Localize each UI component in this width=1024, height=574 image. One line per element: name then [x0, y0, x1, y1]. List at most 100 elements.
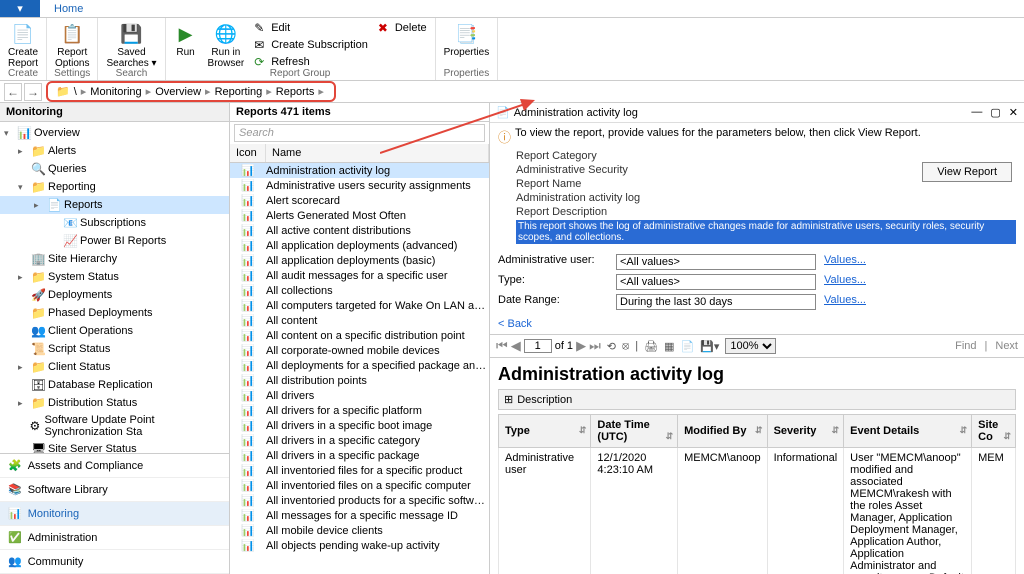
- sort-icon[interactable]: ⇵: [666, 431, 674, 442]
- tree-item-client-status[interactable]: ▸📁Client Status: [0, 358, 229, 376]
- list-item[interactable]: 📊All objects pending wake-up activity: [230, 538, 489, 553]
- sort-icon[interactable]: ⇵: [960, 425, 968, 436]
- tree-item-script-status[interactable]: 📜Script Status: [0, 340, 229, 358]
- breadcrumb-reports[interactable]: Reports: [276, 86, 315, 98]
- param-date-values-link[interactable]: Values...: [824, 294, 894, 310]
- edit-button[interactable]: ✎Edit: [252, 20, 370, 36]
- tree-item-subscriptions[interactable]: 📧Subscriptions: [0, 214, 229, 232]
- layout-icon[interactable]: ▦: [664, 340, 674, 353]
- page-setup-icon[interactable]: 📄: [681, 340, 695, 353]
- tree-item-site-hierarchy[interactable]: 🏢Site Hierarchy: [0, 250, 229, 268]
- expander-icon[interactable]: ▾: [4, 128, 14, 139]
- list-item[interactable]: 📊All content on a specific distribution …: [230, 328, 489, 343]
- wunderbar-assets-and-compliance[interactable]: 🧩Assets and Compliance: [0, 454, 229, 478]
- first-page-button[interactable]: ⏮: [496, 338, 508, 354]
- minimize-button[interactable]: —: [971, 106, 982, 119]
- tree-item-overview[interactable]: ▾📊Overview: [0, 124, 229, 142]
- expander-icon[interactable]: ▸: [18, 272, 28, 283]
- col-name[interactable]: Name: [266, 144, 489, 162]
- table-row[interactable]: Administrative user12/1/2020 4:23:10 AMM…: [499, 448, 1016, 574]
- list-item[interactable]: 📊All computers targeted for Wake On LAN …: [230, 298, 489, 313]
- param-type-input[interactable]: [616, 274, 816, 290]
- back-link[interactable]: < Back: [498, 318, 532, 330]
- param-date-input[interactable]: [616, 294, 816, 310]
- param-type-values-link[interactable]: Values...: [824, 274, 894, 290]
- page-input[interactable]: [524, 339, 552, 353]
- properties-button[interactable]: 📑 Properties: [442, 20, 492, 60]
- app-menu-dropdown[interactable]: ▾: [0, 0, 40, 17]
- col-modified-by[interactable]: Modified By⇵: [678, 415, 767, 448]
- col-icon[interactable]: Icon: [230, 144, 266, 162]
- tree-item-client-operations[interactable]: 👥Client Operations: [0, 322, 229, 340]
- tree-item-power-bi-reports[interactable]: 📈Power BI Reports: [0, 232, 229, 250]
- sort-icon[interactable]: ⇵: [1003, 431, 1011, 442]
- expander-icon[interactable]: ▾: [18, 182, 28, 193]
- tree-item-queries[interactable]: 🔍Queries: [0, 160, 229, 178]
- export-icon[interactable]: 💾▾: [700, 340, 719, 353]
- tree-item-distribution-status[interactable]: ▸📁Distribution Status: [0, 394, 229, 412]
- list-item[interactable]: 📊All application deployments (advanced): [230, 238, 489, 253]
- tree-item-database-replication[interactable]: 🗄Database Replication: [0, 376, 229, 394]
- expander-icon[interactable]: ▸: [18, 146, 28, 157]
- list-item[interactable]: 📊All inventoried files on a specific com…: [230, 478, 489, 493]
- col-type[interactable]: Type⇵: [499, 415, 591, 448]
- wunderbar-community[interactable]: 👥Community: [0, 550, 229, 574]
- list-item[interactable]: 📊All inventoried products for a specific…: [230, 493, 489, 508]
- create-report-button[interactable]: 📄 CreateReport: [6, 20, 40, 71]
- param-admin-user-input[interactable]: [616, 254, 816, 270]
- close-button[interactable]: ✕: [1009, 106, 1018, 119]
- search-input[interactable]: Search: [234, 124, 485, 142]
- breadcrumb-root[interactable]: \: [74, 86, 77, 98]
- view-report-button[interactable]: View Report: [922, 162, 1012, 182]
- list-item[interactable]: 📊All collections: [230, 283, 489, 298]
- next-page-button[interactable]: ▶: [576, 338, 586, 354]
- tree-item-site-server-status[interactable]: 🖥Site Server Status: [0, 440, 229, 453]
- parent-report-icon[interactable]: ⟲: [607, 340, 616, 353]
- expander-icon[interactable]: ▸: [34, 200, 44, 211]
- wunderbar-monitoring[interactable]: 📊Monitoring: [0, 502, 229, 526]
- nav-back-button[interactable]: ←: [4, 83, 22, 101]
- param-admin-user-values-link[interactable]: Values...: [824, 254, 894, 270]
- list-item[interactable]: 📊All messages for a specific message ID: [230, 508, 489, 523]
- col-date-time-utc-[interactable]: Date Time (UTC)⇵: [591, 415, 678, 448]
- saved-searches-button[interactable]: 💾 SavedSearches ▾: [104, 20, 158, 71]
- last-page-button[interactable]: ⏭: [589, 338, 601, 354]
- col-severity[interactable]: Severity⇵: [767, 415, 844, 448]
- list-item[interactable]: 📊All distribution points: [230, 373, 489, 388]
- list-item[interactable]: 📊All drivers in a specific package: [230, 448, 489, 463]
- tree-item-system-status[interactable]: ▸📁System Status: [0, 268, 229, 286]
- list-item[interactable]: 📊All content: [230, 313, 489, 328]
- tree-item-software-update-point-synchronization-sta[interactable]: ⚙Software Update Point Synchronization S…: [0, 412, 229, 440]
- breadcrumb-reporting[interactable]: Reporting: [215, 86, 263, 98]
- tree-item-reporting[interactable]: ▾📁Reporting: [0, 178, 229, 196]
- list-item[interactable]: 📊All active content distributions: [230, 223, 489, 238]
- list-item[interactable]: 📊Administrative users security assignmen…: [230, 178, 489, 193]
- list-item[interactable]: 📊All deployments for a specified package…: [230, 358, 489, 373]
- create-subscription-button[interactable]: ✉Create Subscription: [252, 37, 370, 53]
- tree-item-deployments[interactable]: 🚀Deployments: [0, 286, 229, 304]
- tab-home[interactable]: Home: [40, 1, 97, 17]
- sort-icon[interactable]: ⇵: [755, 425, 763, 436]
- col-site-co[interactable]: Site Co⇵: [972, 415, 1016, 448]
- breadcrumb-monitoring[interactable]: Monitoring: [90, 86, 141, 98]
- prev-page-button[interactable]: ◀: [511, 338, 521, 354]
- list-item[interactable]: 📊All corporate-owned mobile devices: [230, 343, 489, 358]
- find-link[interactable]: Find: [955, 340, 976, 352]
- list-item[interactable]: 📊All audit messages for a specific user: [230, 268, 489, 283]
- col-event-details[interactable]: Event Details⇵: [844, 415, 972, 448]
- breadcrumb-overview[interactable]: Overview: [155, 86, 201, 98]
- nav-forward-button[interactable]: →: [24, 83, 42, 101]
- run-button[interactable]: ▶ Run: [172, 20, 200, 60]
- wunderbar-software-library[interactable]: 📚Software Library: [0, 478, 229, 502]
- list-item[interactable]: 📊All drivers for a specific platform: [230, 403, 489, 418]
- wunderbar-administration[interactable]: ✅Administration: [0, 526, 229, 550]
- list-item[interactable]: 📊All inventoried files for a specific pr…: [230, 463, 489, 478]
- sort-icon[interactable]: ⇵: [579, 425, 587, 436]
- list-item[interactable]: 📊All application deployments (basic): [230, 253, 489, 268]
- run-browser-button[interactable]: 🌐 Run inBrowser: [206, 20, 247, 71]
- expander-icon[interactable]: ▸: [18, 362, 28, 373]
- maximize-button[interactable]: ▢: [990, 106, 1000, 119]
- expander-icon[interactable]: ▸: [18, 398, 28, 409]
- list-item[interactable]: 📊All mobile device clients: [230, 523, 489, 538]
- stop-icon[interactable]: ⦻: [622, 340, 629, 353]
